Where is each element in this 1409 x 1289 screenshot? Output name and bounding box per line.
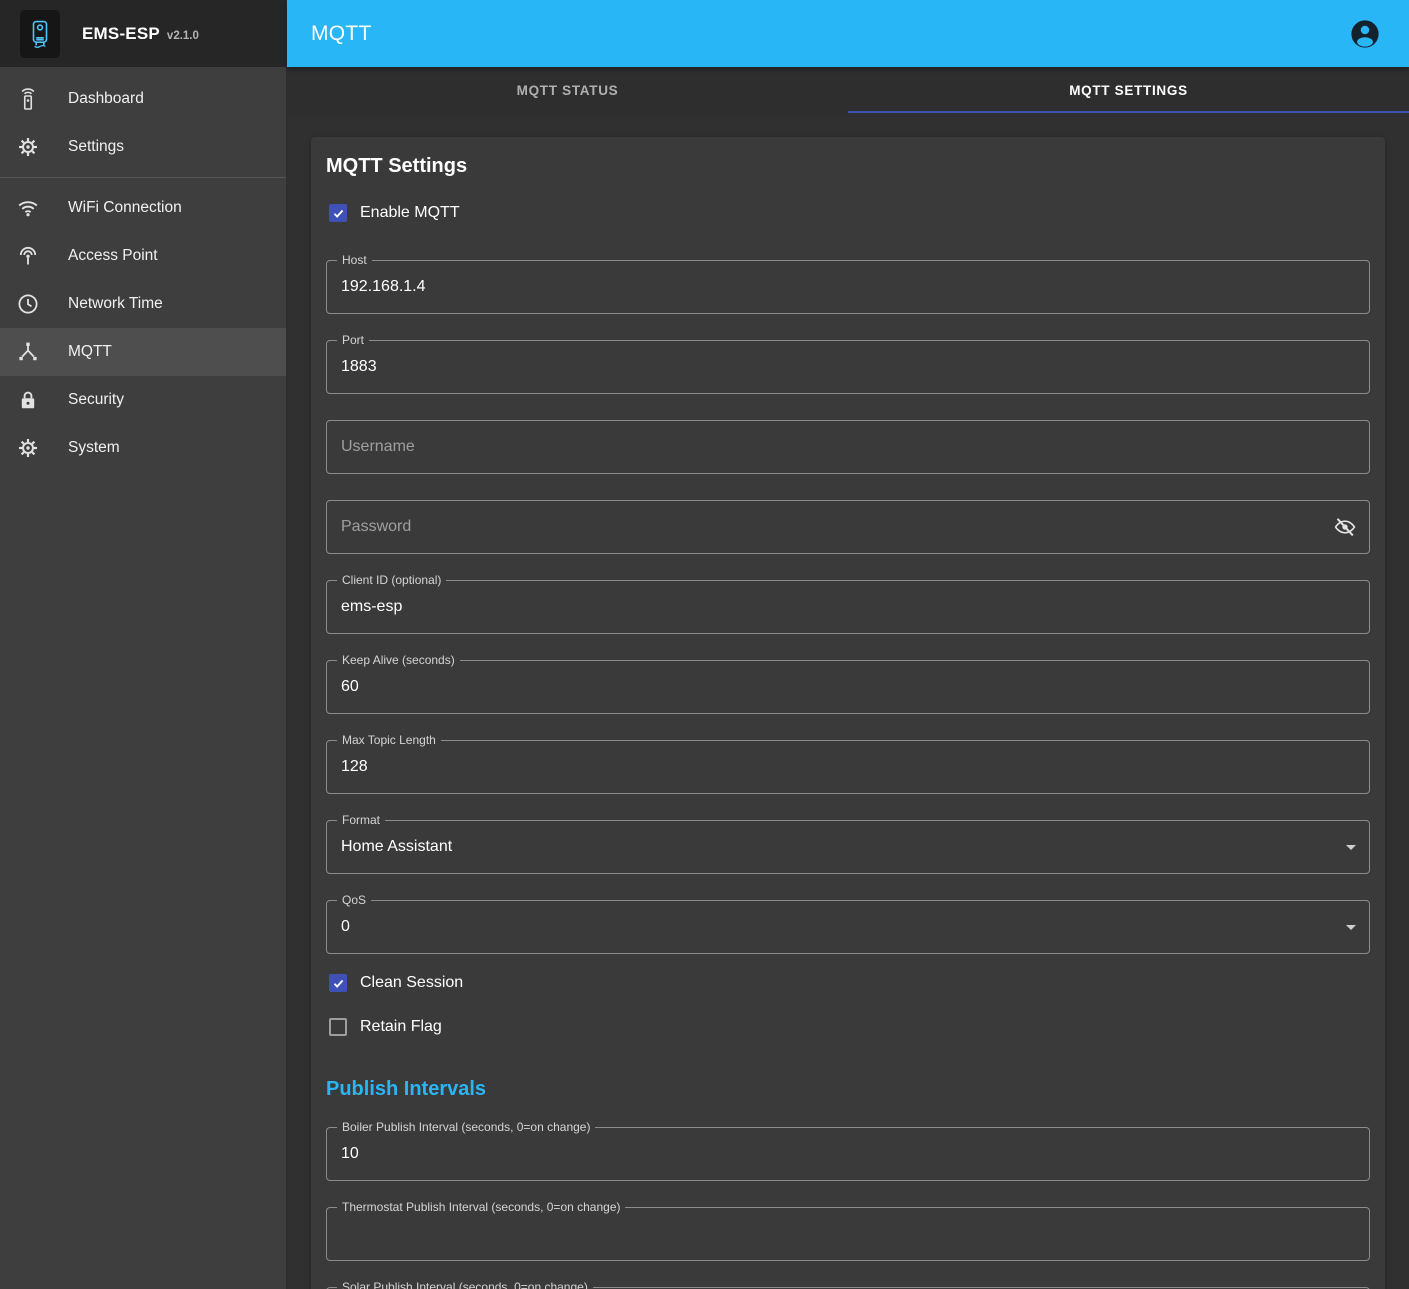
keep-alive-field-label: Keep Alive (seconds) bbox=[337, 653, 460, 668]
thermostat-publish-interval-input[interactable] bbox=[327, 1208, 1369, 1260]
thermostat-publish-interval-label: Thermostat Publish Interval (seconds, 0=… bbox=[337, 1200, 625, 1215]
main-area: MQTT MQTT STATUS MQTT SETTINGS MQTT Sett… bbox=[287, 0, 1409, 1289]
appbar: MQTT bbox=[287, 0, 1409, 67]
sidebar-item-label: MQTT bbox=[68, 343, 112, 361]
max-topic-length-field: Max Topic Length bbox=[326, 740, 1370, 794]
clean-session-label: Clean Session bbox=[360, 974, 463, 992]
page-title: MQTT bbox=[311, 22, 372, 46]
sidebar-item-access-point[interactable]: Access Point bbox=[0, 232, 286, 280]
account-button[interactable] bbox=[1345, 14, 1385, 54]
port-field-label: Port bbox=[337, 333, 369, 348]
client-id-input[interactable] bbox=[327, 581, 1369, 633]
retain-flag-label: Retain Flag bbox=[360, 1018, 442, 1036]
clean-session-checkbox-row[interactable]: Clean Session bbox=[326, 962, 1370, 1004]
wifi-icon bbox=[16, 196, 40, 220]
lock-icon bbox=[16, 388, 40, 412]
tab-mqtt-settings[interactable]: MQTT SETTINGS bbox=[848, 67, 1409, 113]
enable-mqtt-checkbox-row[interactable]: Enable MQTT bbox=[326, 192, 1370, 234]
sidebar-item-label: Settings bbox=[68, 138, 124, 156]
port-field: Port bbox=[326, 340, 1370, 394]
password-field bbox=[326, 500, 1370, 554]
boiler-publish-interval-label: Boiler Publish Interval (seconds, 0=on c… bbox=[337, 1120, 595, 1135]
host-field: Host bbox=[326, 260, 1370, 314]
clock-icon bbox=[16, 292, 40, 316]
visibility-off-icon[interactable] bbox=[1333, 515, 1357, 539]
keep-alive-field: Keep Alive (seconds) bbox=[326, 660, 1370, 714]
brand-name: EMS-ESP bbox=[82, 24, 160, 43]
mqtt-settings-card: MQTT Settings Enable MQTT Host Port bbox=[311, 137, 1385, 1289]
max-topic-length-field-label: Max Topic Length bbox=[337, 733, 441, 748]
gear-icon bbox=[16, 436, 40, 460]
qos-field-label: QoS bbox=[337, 893, 371, 908]
clean-session-checkbox[interactable] bbox=[329, 974, 347, 992]
sidebar-item-label: WiFi Connection bbox=[68, 199, 182, 217]
account-circle-icon bbox=[1348, 17, 1382, 51]
publish-intervals-heading: Publish Intervals bbox=[326, 1078, 1370, 1101]
sidebar-header: EMS-ESP v2.1.0 bbox=[0, 0, 286, 67]
app-logo bbox=[20, 10, 60, 58]
sidebar-item-wifi-connection[interactable]: WiFi Connection bbox=[0, 184, 286, 232]
boiler-publish-interval-input[interactable] bbox=[327, 1128, 1369, 1180]
sidebar-item-label: Security bbox=[68, 391, 124, 409]
boiler-logo-icon bbox=[27, 18, 53, 50]
brand: EMS-ESP v2.1.0 bbox=[82, 24, 199, 44]
sidebar-item-settings[interactable]: Settings bbox=[0, 123, 286, 171]
enable-mqtt-label: Enable MQTT bbox=[360, 204, 460, 222]
thermostat-publish-interval-field: Thermostat Publish Interval (seconds, 0=… bbox=[326, 1207, 1370, 1261]
sidebar-item-network-time[interactable]: Network Time bbox=[0, 280, 286, 328]
content-area: MQTT Settings Enable MQTT Host Port bbox=[287, 113, 1409, 1289]
qos-select-field: QoS 0 bbox=[326, 900, 1370, 954]
device-hub-icon bbox=[16, 340, 40, 364]
format-select[interactable]: Home Assistant bbox=[327, 821, 1369, 873]
enable-mqtt-checkbox[interactable] bbox=[329, 204, 347, 222]
gear-icon bbox=[16, 135, 40, 159]
boiler-publish-interval-field: Boiler Publish Interval (seconds, 0=on c… bbox=[326, 1127, 1370, 1181]
sidebar-item-system[interactable]: System bbox=[0, 424, 286, 472]
solar-publish-interval-label: Solar Publish Interval (seconds, 0=on ch… bbox=[337, 1280, 593, 1289]
sidebar-item-dashboard[interactable]: Dashboard bbox=[0, 75, 286, 123]
sidebar-item-label: Dashboard bbox=[68, 90, 144, 108]
remote-device-icon bbox=[16, 87, 40, 111]
client-id-field: Client ID (optional) bbox=[326, 580, 1370, 634]
sidebar-nav: Dashboard Settings bbox=[0, 67, 286, 472]
sidebar: EMS-ESP v2.1.0 Dashboard bbox=[0, 0, 287, 1289]
password-input[interactable] bbox=[327, 501, 1369, 553]
username-input[interactable] bbox=[327, 421, 1369, 473]
sidebar-item-label: Access Point bbox=[68, 247, 158, 265]
brand-version: v2.1.0 bbox=[167, 30, 199, 42]
qos-select[interactable]: 0 bbox=[327, 901, 1369, 953]
format-select-field: Format Home Assistant bbox=[326, 820, 1370, 874]
keep-alive-input[interactable] bbox=[327, 661, 1369, 713]
host-field-label: Host bbox=[337, 253, 372, 268]
tab-bar: MQTT STATUS MQTT SETTINGS bbox=[287, 67, 1409, 113]
sidebar-item-security[interactable]: Security bbox=[0, 376, 286, 424]
retain-flag-checkbox[interactable] bbox=[329, 1018, 347, 1036]
access-point-icon bbox=[16, 244, 40, 268]
card-title: MQTT Settings bbox=[326, 155, 1370, 178]
client-id-field-label: Client ID (optional) bbox=[337, 573, 446, 588]
port-input[interactable] bbox=[327, 341, 1369, 393]
sidebar-item-label: System bbox=[68, 439, 120, 457]
tab-mqtt-status[interactable]: MQTT STATUS bbox=[287, 67, 848, 113]
sidebar-divider bbox=[0, 177, 286, 178]
max-topic-length-input[interactable] bbox=[327, 741, 1369, 793]
sidebar-item-label: Network Time bbox=[68, 295, 163, 313]
host-input[interactable] bbox=[327, 261, 1369, 313]
retain-flag-checkbox-row[interactable]: Retain Flag bbox=[326, 1006, 1370, 1048]
sidebar-item-mqtt[interactable]: MQTT bbox=[0, 328, 286, 376]
format-field-label: Format bbox=[337, 813, 385, 828]
username-field bbox=[326, 420, 1370, 474]
